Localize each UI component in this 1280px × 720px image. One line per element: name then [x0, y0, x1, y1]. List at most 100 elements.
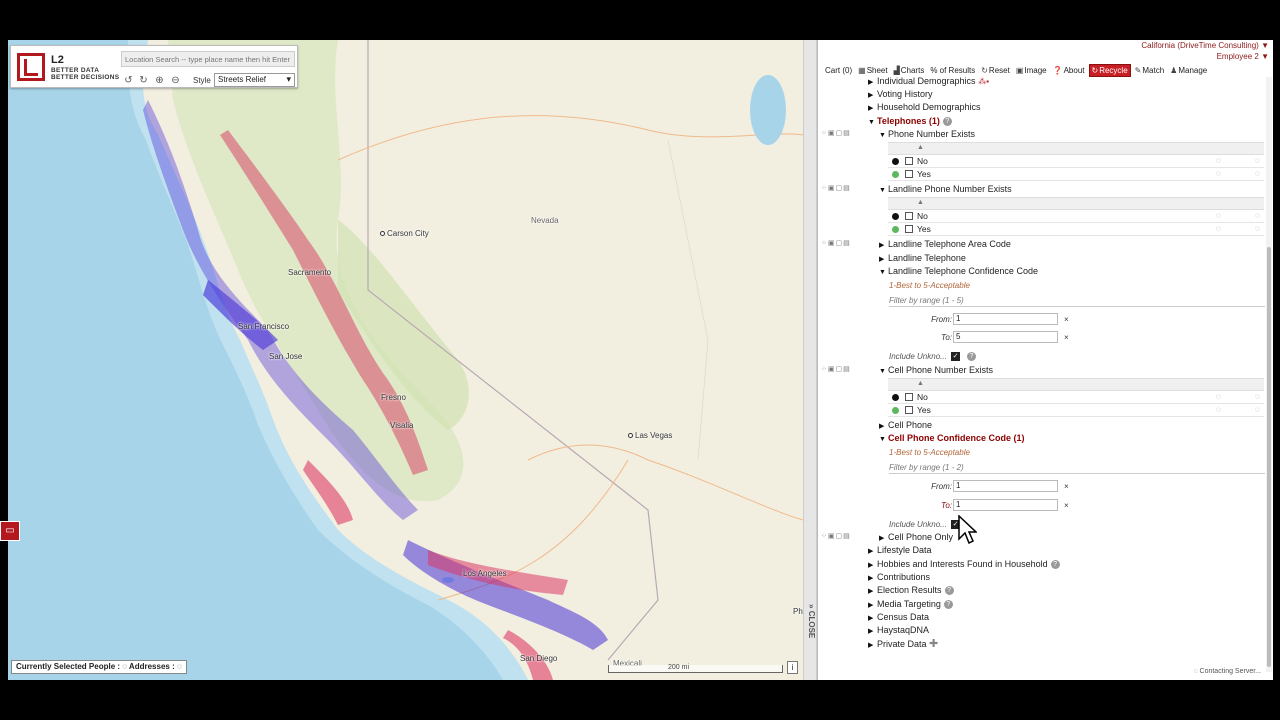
help-icon[interactable]: ? — [1050, 560, 1060, 570]
loading-spinner-icon: ◌ — [1255, 169, 1260, 178]
clear-to-icon[interactable]: × — [1064, 333, 1069, 342]
tree-item-household-demographics[interactable]: ▶ Household Demographics — [868, 101, 981, 114]
landline-to-input[interactable]: 5 — [953, 331, 1058, 343]
manage-button[interactable]: ♟Manage — [1168, 65, 1209, 76]
scale-text: 200 mi — [668, 664, 690, 671]
expand-arrow-icon: ▶ — [868, 105, 874, 112]
help-icon[interactable]: ? — [967, 352, 976, 361]
cell-from-input[interactable]: 1 — [953, 480, 1058, 492]
clear-to-icon[interactable]: × — [1064, 501, 1069, 510]
account-selector[interactable]: California (DriveTime Consulting) ▼ — [1141, 41, 1269, 50]
tree-item-telephones[interactable]: ▼ Telephones (1)? — [868, 115, 952, 128]
clear-from-icon[interactable]: × — [1064, 315, 1069, 324]
image-button[interactable]: ▣Image — [1014, 65, 1049, 76]
tree-item-voting-history[interactable]: ▶ Voting History — [868, 88, 933, 101]
options-header[interactable]: ▲ — [888, 197, 1264, 210]
panel-scrollbar[interactable] — [1266, 77, 1272, 672]
map-label-visalia: Visalia — [390, 421, 414, 430]
option-row-no[interactable]: No ◌ ◌ — [888, 210, 1264, 223]
reset-button[interactable]: ↻Reset — [979, 65, 1012, 76]
tree-item-lifestyle-data[interactable]: ▶ Lifestyle Data — [868, 544, 932, 557]
row-actions-icons[interactable]: ⁘▣▢▤ — [821, 365, 851, 373]
option-checkbox[interactable] — [905, 212, 913, 220]
option-row-no[interactable]: No ◌ ◌ — [888, 391, 1264, 404]
dropdown-caret-icon: ▼ — [1261, 52, 1269, 61]
map-info-button[interactable]: i — [787, 661, 798, 674]
row-actions-icons[interactable]: ⁘▣▢▤ — [821, 239, 851, 247]
loading-spinner-icon: ◌ — [1255, 156, 1260, 165]
tree-item-contributions[interactable]: ▶ Contributions — [868, 571, 930, 584]
option-checkbox[interactable] — [905, 406, 913, 414]
option-checkbox[interactable] — [905, 225, 913, 233]
tree-item-private-data[interactable]: ▶ Private Data ✚ — [868, 638, 938, 651]
options-header[interactable]: ▲ — [888, 378, 1264, 391]
option-row-yes[interactable]: Yes ◌ ◌ — [888, 168, 1264, 181]
from-label: From: — [931, 315, 952, 324]
zoom-out-icon[interactable]: ⊖ — [170, 75, 181, 86]
tree-item-haystaq[interactable]: ▶ HaystaqDNA — [868, 624, 929, 637]
tree-item-census-data[interactable]: ▶ Census Data — [868, 611, 929, 624]
rotate-right-icon[interactable]: ↻ — [138, 75, 149, 86]
include-unknown-checkbox[interactable]: ✓ — [951, 352, 960, 361]
row-actions-icons[interactable]: ⁘▣▢▤ — [821, 129, 851, 137]
match-icon: ✎ — [1134, 65, 1142, 75]
close-panel-tab[interactable]: » CLOSE — [805, 596, 816, 646]
landline-from-input[interactable]: 1 — [953, 313, 1058, 325]
panel-splitter[interactable]: » CLOSE — [803, 40, 817, 680]
tree-item-cell-phone-only[interactable]: ▶ Cell Phone Only — [879, 531, 953, 544]
tree-item-individual-demographics[interactable]: ▶ Individual Demographics ⁂▪ — [868, 75, 989, 88]
cell-to-input[interactable]: 1 — [953, 499, 1058, 511]
tree-item-cell-phone-number-exists[interactable]: ▼ Cell Phone Number Exists — [879, 364, 993, 377]
option-row-yes[interactable]: Yes ◌ ◌ — [888, 223, 1264, 236]
tree-item-landline-phone-number-exists[interactable]: ▼ Landline Phone Number Exists — [879, 183, 1012, 196]
style-select[interactable]: Streets Relief — [214, 73, 295, 87]
map-label-san-jose: San Jose — [269, 352, 303, 361]
sheet-button[interactable]: ▦Sheet — [856, 65, 889, 76]
loading-spinner-icon: ◌ — [1216, 169, 1221, 178]
collapse-arrow-icon: ▼ — [879, 187, 886, 194]
option-checkbox[interactable] — [905, 170, 913, 178]
clear-from-icon[interactable]: × — [1064, 482, 1069, 491]
feedback-icon[interactable]: ▭ — [0, 521, 20, 541]
row-actions-icons[interactable]: ⁘▣▢▤ — [821, 532, 851, 540]
charts-button[interactable]: ▟Charts — [892, 65, 927, 76]
map-view[interactable]: Carson City Nevada Sacramento San Franci… — [8, 40, 803, 680]
about-button[interactable]: ❓About — [1051, 65, 1087, 76]
tree-item-cell-confidence-code[interactable]: ▼ Cell Phone Confidence Code (1) — [879, 432, 1025, 445]
match-button[interactable]: ✎Match — [1133, 65, 1167, 76]
tree-item-media-targeting[interactable]: ▶ Media Targeting? — [868, 598, 953, 611]
tree-item-landline-confidence-code[interactable]: ▼ Landline Telephone Confidence Code — [879, 265, 1038, 278]
rotate-left-icon[interactable]: ↺ — [123, 75, 134, 86]
option-checkbox[interactable] — [905, 393, 913, 401]
options-header[interactable]: ▲ — [888, 142, 1264, 155]
recycle-button[interactable]: ↻Recycle — [1088, 63, 1131, 77]
help-icon[interactable]: ? — [942, 117, 952, 127]
tree-item-hobbies[interactable]: ▶ Hobbies and Interests Found in Househol… — [868, 558, 1060, 571]
option-row-no[interactable]: No ◌ ◌ — [888, 155, 1264, 168]
scrollbar-thumb[interactable] — [1267, 247, 1271, 667]
zoom-in-icon[interactable]: ⊕ — [154, 75, 165, 86]
tree-item-landline-area-code[interactable]: ▶ Landline Telephone Area Code — [879, 238, 1011, 251]
map-label-phoenix: Ph — [793, 607, 803, 616]
plus-icon[interactable]: ✚ — [929, 638, 938, 650]
help-icon[interactable]: ? — [944, 586, 954, 596]
sheet-icon: ▦ — [858, 65, 866, 75]
collapse-arrow-icon: ▼ — [879, 269, 886, 276]
dropdown-caret-icon: ▼ — [1261, 41, 1269, 50]
tree-item-cell-phone[interactable]: ▶ Cell Phone — [879, 419, 932, 432]
row-actions-icons[interactable]: ⁘▣▢▤ — [821, 184, 851, 192]
cart-button[interactable]: Cart (0) — [823, 65, 854, 76]
tree-item-phone-number-exists[interactable]: ▼ Phone Number Exists — [879, 128, 975, 141]
option-row-yes[interactable]: Yes ◌ ◌ — [888, 404, 1264, 417]
user-selector[interactable]: Employee 2 ▼ — [1217, 52, 1269, 61]
percent-results-button[interactable]: % of Results — [928, 65, 977, 76]
reset-icon: ↻ — [981, 65, 988, 75]
option-checkbox[interactable] — [905, 157, 913, 165]
help-icon[interactable]: ? — [943, 600, 953, 610]
tree-item-election-results[interactable]: ▶ Election Results? — [868, 584, 954, 597]
confidence-note: 1-Best to 5-Acceptable — [889, 281, 970, 290]
tree-item-landline-telephone[interactable]: ▶ Landline Telephone — [879, 252, 966, 265]
location-search-input[interactable] — [121, 51, 295, 67]
expand-arrow-icon: ▶ — [868, 628, 874, 635]
logo-tagline-1: BETTER DATA — [51, 67, 100, 74]
